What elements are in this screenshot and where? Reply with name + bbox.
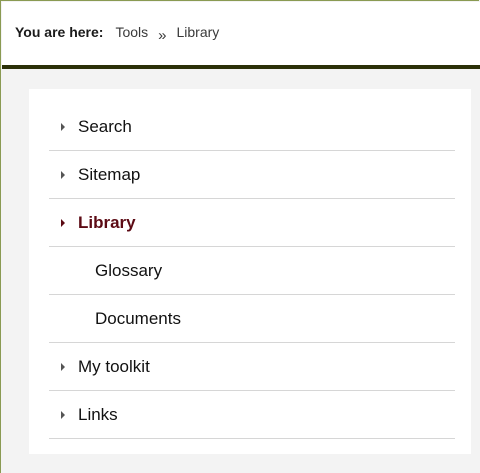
breadcrumb: You are here: Tools » Library xyxy=(15,24,220,44)
menu-item-sitemap[interactable]: Sitemap xyxy=(49,151,455,199)
menu-item-label: My toolkit xyxy=(78,356,150,376)
menu-item-label: Glossary xyxy=(95,260,163,280)
triangle-right-icon xyxy=(61,122,65,131)
menu-item-my-toolkit[interactable]: My toolkit xyxy=(49,343,455,391)
page-frame: You are here: Tools » Library Search Sit… xyxy=(0,0,480,473)
triangle-right-icon xyxy=(61,170,65,179)
menu-item-label: Documents xyxy=(95,308,181,328)
triangle-right-icon xyxy=(61,410,65,419)
triangle-right-icon xyxy=(61,362,65,371)
menu-item-search[interactable]: Search xyxy=(49,103,455,151)
submenu-item-documents[interactable]: Documents xyxy=(49,295,455,343)
menu-item-label: Links xyxy=(78,404,118,424)
breadcrumb-bar: You are here: Tools » Library xyxy=(2,2,480,69)
breadcrumb-link-tools[interactable]: Tools xyxy=(115,24,148,40)
menu-item-label: Search xyxy=(78,116,132,136)
breadcrumb-separator-icon: » xyxy=(158,27,167,44)
side-menu-panel: Search Sitemap Library Glossary Document… xyxy=(29,89,471,454)
breadcrumb-prefix: You are here: xyxy=(15,24,104,40)
menu-item-label: Library xyxy=(78,212,136,232)
breadcrumb-current-library: Library xyxy=(176,24,220,40)
menu-item-links[interactable]: Links xyxy=(49,391,455,439)
menu-item-label: Sitemap xyxy=(78,164,141,184)
side-menu: Search Sitemap Library Glossary Document… xyxy=(49,103,455,439)
triangle-right-icon xyxy=(61,218,65,227)
menu-item-library[interactable]: Library xyxy=(49,199,455,247)
submenu-item-glossary[interactable]: Glossary xyxy=(49,247,455,295)
